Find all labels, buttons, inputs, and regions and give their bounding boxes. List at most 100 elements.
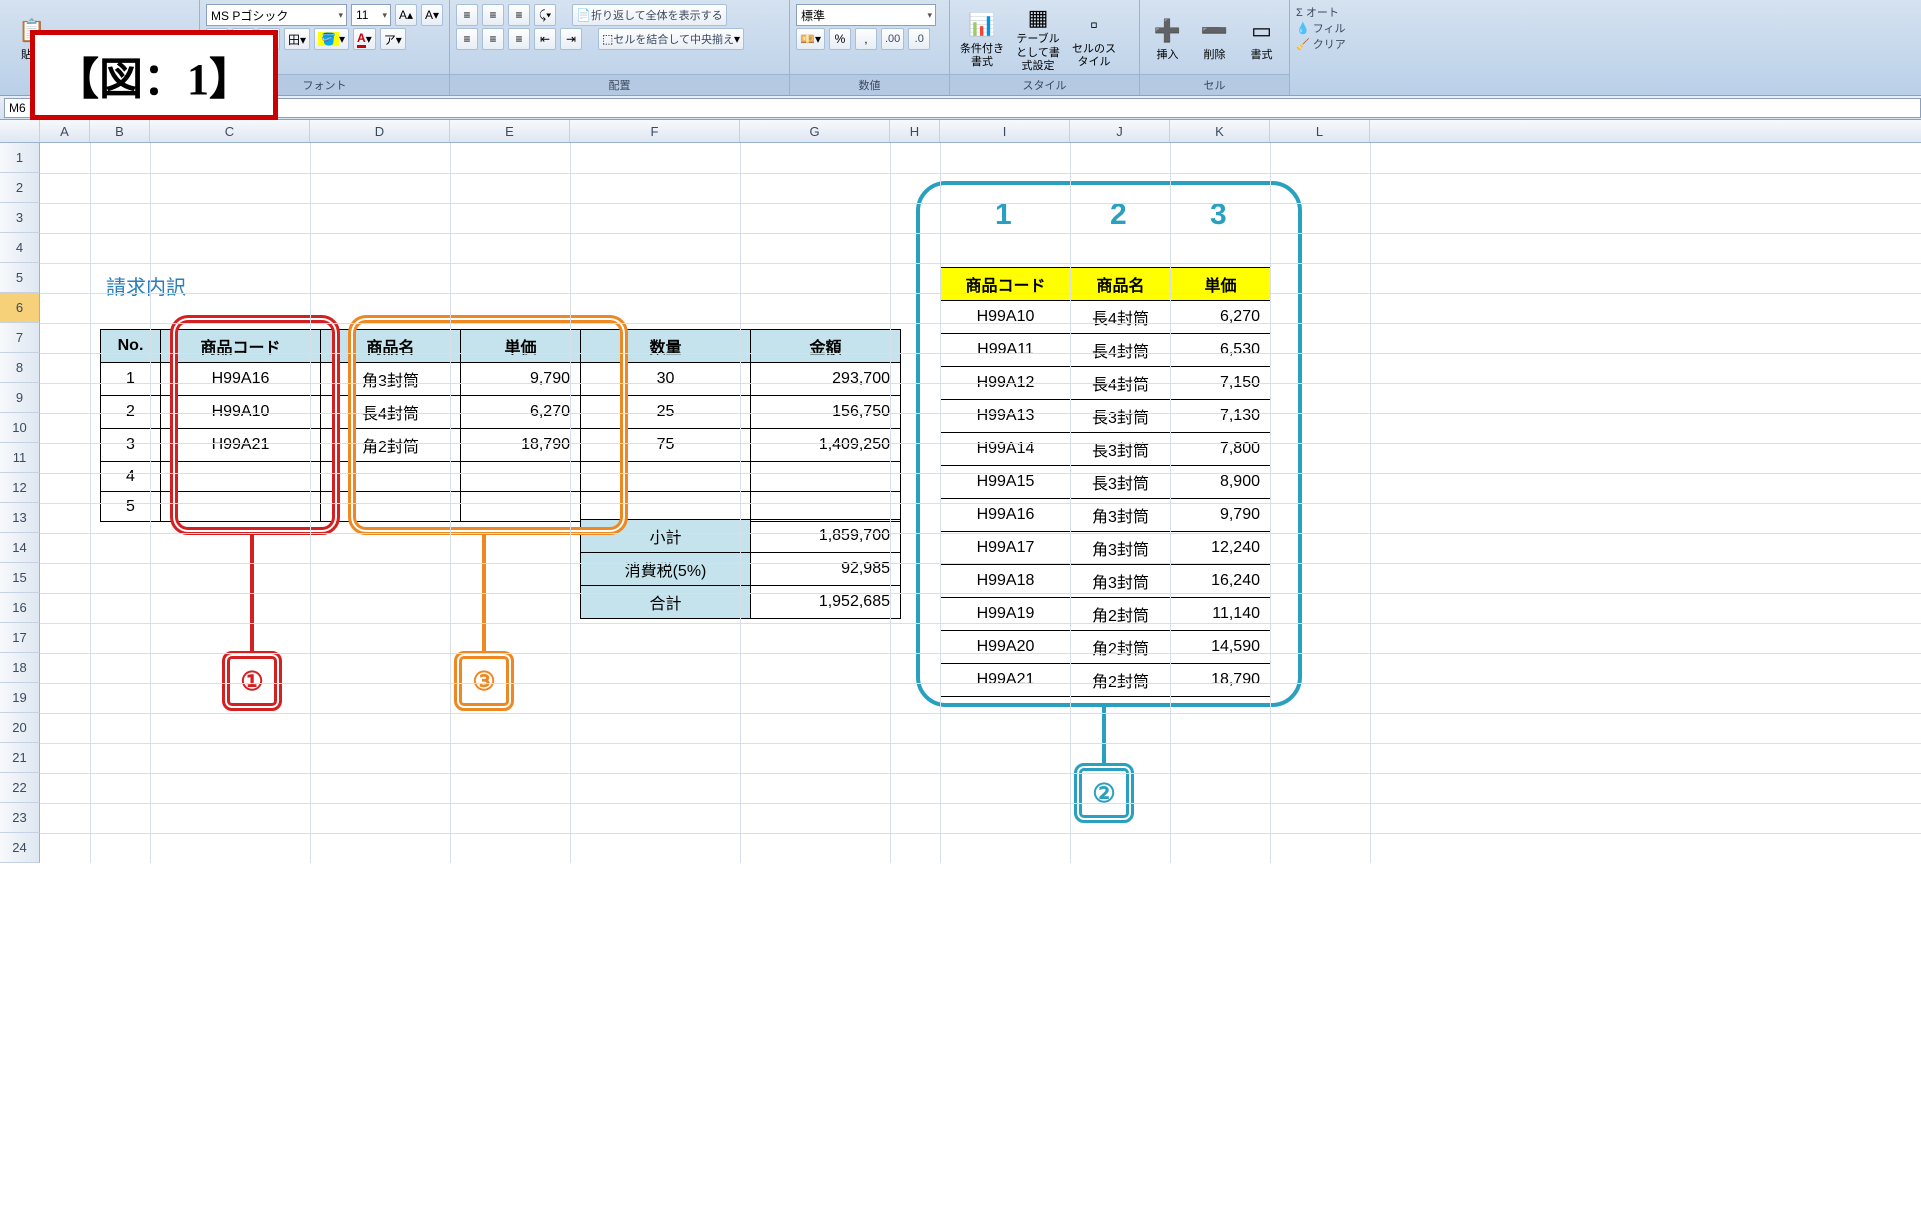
figure-label: 【図：1】 (30, 30, 278, 120)
row-header-4[interactable]: 4 (0, 233, 40, 263)
decrease-indent-button[interactable]: ⇤ (534, 28, 556, 50)
wrap-text-button[interactable]: 📄 折り返して全体を表示する (572, 4, 727, 26)
row-header-18[interactable]: 18 (0, 653, 40, 683)
increase-indent-button[interactable]: ⇥ (560, 28, 582, 50)
clear-button[interactable]: 🧹 クリア (1296, 36, 1364, 52)
lookup-row[interactable]: H99A15長3封筒8,900 (941, 466, 1271, 499)
ribbon-group-editing: Σ オート 💧 フィル 🧹 クリア (1290, 0, 1370, 95)
lookup-row[interactable]: H99A19角2封筒11,140 (941, 598, 1271, 631)
tax-value[interactable]: 92,985 (751, 553, 901, 586)
border-button[interactable]: 田▾ (284, 28, 310, 50)
subtotal-label: 小計 (581, 520, 751, 553)
row-header-21[interactable]: 21 (0, 743, 40, 773)
invoice-header-qty: 数量 (581, 330, 751, 363)
invoice-row[interactable]: 1H99A16角3封筒9,79030293,700 (101, 363, 901, 396)
invoice-row[interactable]: 2H99A10長4封筒6,27025156,750 (101, 396, 901, 429)
row-header-1[interactable]: 1 (0, 143, 40, 173)
row-header-23[interactable]: 23 (0, 803, 40, 833)
row-header-5[interactable]: 5 (0, 263, 40, 293)
cell-styles-button[interactable]: ▫セルのスタイル (1068, 4, 1120, 74)
column-header-D[interactable]: D (310, 120, 450, 142)
row-header-22[interactable]: 22 (0, 773, 40, 803)
column-header-E[interactable]: E (450, 120, 570, 142)
lookup-row[interactable]: H99A21角2封筒18,790 (941, 664, 1271, 697)
phonetic-button[interactable]: ア▾ (380, 28, 406, 50)
formula-input[interactable] (148, 98, 1921, 118)
row-header-2[interactable]: 2 (0, 173, 40, 203)
align-top-button[interactable]: ≡ (456, 4, 478, 26)
lookup-row[interactable]: H99A10長4封筒6,270 (941, 301, 1271, 334)
lookup-row[interactable]: H99A11長4封筒6,530 (941, 334, 1271, 367)
annotation-badge-1: ① (222, 651, 282, 711)
number-format-select[interactable]: 標準 (796, 4, 936, 26)
row-header-11[interactable]: 11 (0, 443, 40, 473)
column-header-L[interactable]: L (1270, 120, 1370, 142)
align-right-button[interactable]: ≡ (508, 28, 530, 50)
increase-font-button[interactable]: A▴ (395, 4, 417, 26)
row-header-24[interactable]: 24 (0, 833, 40, 863)
lookup-header-name: 商品名 (1071, 268, 1171, 301)
merge-center-button[interactable]: ⬚ セルを結合して中央揃え▾ (598, 28, 744, 50)
column-header-B[interactable]: B (90, 120, 150, 142)
row-header-14[interactable]: 14 (0, 533, 40, 563)
invoice-header-code: 商品コード (161, 330, 321, 363)
row-header-8[interactable]: 8 (0, 353, 40, 383)
row-header-12[interactable]: 12 (0, 473, 40, 503)
align-left-button[interactable]: ≡ (456, 28, 478, 50)
subtotal-value[interactable]: 1,859,700 (751, 520, 901, 553)
orientation-button[interactable]: ⤹▾ (534, 4, 556, 26)
row-header-7[interactable]: 7 (0, 323, 40, 353)
fill-color-button[interactable]: 🪣▾ (314, 28, 349, 50)
column-header-H[interactable]: H (890, 120, 940, 142)
invoice-row[interactable]: 4 (101, 462, 901, 492)
column-header-F[interactable]: F (570, 120, 740, 142)
row-header-17[interactable]: 17 (0, 623, 40, 653)
column-header-A[interactable]: A (40, 120, 90, 142)
increase-decimal-button[interactable]: .00 (881, 28, 904, 50)
row-header-15[interactable]: 15 (0, 563, 40, 593)
insert-button[interactable]: ➕挿入 (1146, 4, 1189, 74)
select-all-corner[interactable] (0, 120, 40, 142)
format-as-table-button[interactable]: ▦テーブルとして書式設定 (1012, 4, 1064, 74)
row-header-9[interactable]: 9 (0, 383, 40, 413)
annotation-badge-2: ② (1074, 763, 1134, 823)
row-header-20[interactable]: 20 (0, 713, 40, 743)
fill-button[interactable]: 💧 フィル (1296, 20, 1364, 36)
align-group-label: 配置 (450, 74, 789, 95)
lookup-row[interactable]: H99A20角2封筒14,590 (941, 631, 1271, 664)
row-header-19[interactable]: 19 (0, 683, 40, 713)
align-middle-button[interactable]: ≡ (482, 4, 504, 26)
invoice-header-name: 商品名 (321, 330, 461, 363)
percent-button[interactable]: % (829, 28, 851, 50)
row-header-16[interactable]: 16 (0, 593, 40, 623)
decrease-decimal-button[interactable]: .0 (908, 28, 930, 50)
total-value[interactable]: 1,952,685 (751, 586, 901, 619)
row-header-10[interactable]: 10 (0, 413, 40, 443)
lookup-row[interactable]: H99A14長3封筒7,800 (941, 433, 1271, 466)
autosum-button[interactable]: Σ オート (1296, 4, 1364, 20)
invoice-row[interactable]: 3H99A21角2封筒18,790751,409,250 (101, 429, 901, 462)
column-header-K[interactable]: K (1170, 120, 1270, 142)
row-header-6[interactable]: 6 (0, 293, 40, 323)
lookup-row[interactable]: H99A13長3封筒7,130 (941, 400, 1271, 433)
font-size-select[interactable]: 11 (351, 4, 391, 26)
conditional-format-button[interactable]: 📊条件付き書式 (956, 4, 1008, 74)
decrease-font-button[interactable]: A▾ (421, 4, 443, 26)
delete-icon: ➖ (1199, 15, 1231, 47)
invoice-row[interactable]: 5 (101, 492, 901, 522)
delete-button[interactable]: ➖削除 (1193, 4, 1236, 74)
font-name-select[interactable]: MS Pゴシック (206, 4, 347, 26)
format-button[interactable]: ▭書式 (1240, 4, 1283, 74)
column-header-C[interactable]: C (150, 120, 310, 142)
align-center-button[interactable]: ≡ (482, 28, 504, 50)
column-header-I[interactable]: I (940, 120, 1070, 142)
row-header-13[interactable]: 13 (0, 503, 40, 533)
row-header-3[interactable]: 3 (0, 203, 40, 233)
align-bottom-button[interactable]: ≡ (508, 4, 530, 26)
currency-button[interactable]: 💴▾ (796, 28, 825, 50)
column-header-J[interactable]: J (1070, 120, 1170, 142)
column-header-G[interactable]: G (740, 120, 890, 142)
font-color-button[interactable]: A▾ (353, 28, 376, 50)
lookup-row[interactable]: H99A17角3封筒12,240 (941, 532, 1271, 565)
comma-button[interactable]: , (855, 28, 877, 50)
